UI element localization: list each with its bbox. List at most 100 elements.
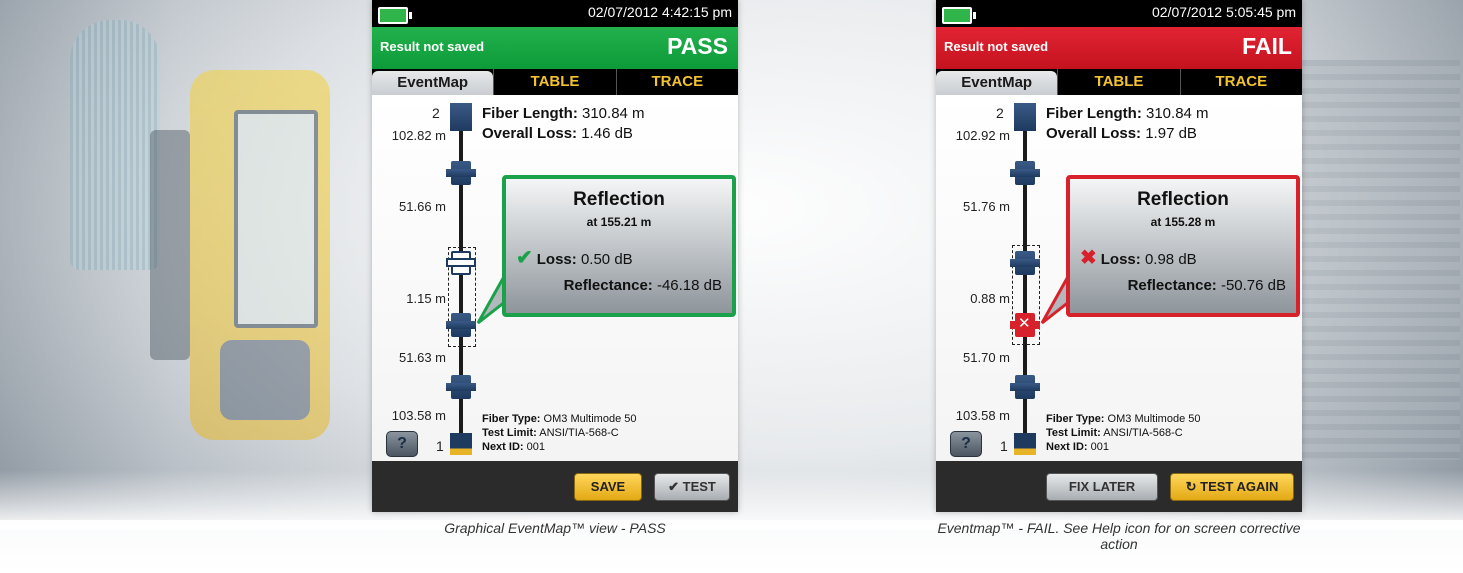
overall-loss-label: Overall Loss: xyxy=(482,125,578,142)
result-bar: Result not saved PASS xyxy=(372,27,738,69)
reflectance-label: Reflectance: xyxy=(563,277,653,294)
tab-bar: EventMap TABLE TRACE xyxy=(936,69,1302,95)
fiber-type: Fiber Type: OM3 Multimode 50 xyxy=(1046,413,1200,425)
help-button[interactable]: ? xyxy=(386,431,418,457)
action-bar: SAVE ✔ TEST xyxy=(372,461,738,512)
retry-icon: ↻ xyxy=(1185,479,1201,494)
next-id-value: 001 xyxy=(526,441,545,453)
tab-table[interactable]: TABLE xyxy=(493,69,615,95)
result-verdict: PASS xyxy=(667,33,728,59)
device-mount xyxy=(150,130,190,360)
test-again-button[interactable]: ↻ TEST AGAIN xyxy=(1170,473,1294,501)
result-note: Result not saved xyxy=(944,39,1049,54)
event-popup[interactable]: Reflection at 155.21 m ✔ Loss: 0.50 dB Re… xyxy=(502,175,736,317)
loss-label: Loss: xyxy=(1100,251,1141,268)
connector-event[interactable] xyxy=(446,375,476,399)
tab-bar: EventMap TABLE TRACE xyxy=(372,69,738,95)
event-loss: ✔ Loss: 0.50 dB xyxy=(516,245,633,270)
help-button[interactable]: ? xyxy=(950,431,982,457)
distance-label: 51.63 m xyxy=(399,350,446,365)
distance-label: 1.15 m xyxy=(406,291,446,306)
fiber-type-value: OM3 Multimode 50 xyxy=(543,413,637,425)
fiber-length: Fiber Length: 310.84 m xyxy=(482,105,645,122)
tab-table[interactable]: TABLE xyxy=(1057,69,1179,95)
battery-icon xyxy=(378,7,412,24)
tab-trace[interactable]: TRACE xyxy=(1179,69,1302,95)
connector-event-failed[interactable] xyxy=(1010,313,1040,337)
fiber-end-top[interactable] xyxy=(450,103,472,131)
connector-event[interactable] xyxy=(1010,161,1040,185)
overall-loss: Overall Loss: 1.46 dB xyxy=(482,125,633,142)
fiber-end-bottom[interactable] xyxy=(1014,433,1036,455)
connector-event-selected[interactable] xyxy=(446,313,476,337)
status-bar: 02/07/2012 5:05:45 pm xyxy=(936,0,1302,27)
tab-trace[interactable]: TRACE xyxy=(615,69,738,95)
tab-eventmap[interactable]: EventMap xyxy=(372,71,494,95)
fix-later-button[interactable]: FIX LATER xyxy=(1046,473,1158,501)
distance-label: 51.76 m xyxy=(963,199,1010,214)
test-limit-label: Test Limit: xyxy=(482,427,537,439)
battery-icon xyxy=(942,7,976,24)
overall-loss-value: 1.46 dB xyxy=(581,125,633,142)
test-limit: Test Limit: ANSI/TIA-568-C xyxy=(1046,427,1183,439)
node-number-bottom: 1 xyxy=(1000,438,1008,454)
distance-label: 0.88 m xyxy=(970,291,1010,306)
fiber-type-value: OM3 Multimode 50 xyxy=(1107,413,1201,425)
event-reflectance: Reflectance: -46.18 dB xyxy=(564,277,722,294)
connector-event-selected[interactable] xyxy=(446,251,476,275)
fiber-end-bottom[interactable] xyxy=(450,433,472,455)
next-id-label: Next ID: xyxy=(482,441,524,453)
event-position: at 155.21 m xyxy=(586,215,652,229)
status-bar: 02/07/2012 4:42:15 pm xyxy=(372,0,738,27)
background-rack xyxy=(1300,60,1460,460)
fiber-end-top[interactable] xyxy=(1014,103,1036,131)
tab-eventmap[interactable]: EventMap xyxy=(936,71,1058,95)
connector-event-selected[interactable] xyxy=(1010,251,1040,275)
test-limit: Test Limit: ANSI/TIA-568-C xyxy=(482,427,619,439)
tester-device-face xyxy=(220,340,310,420)
fiber-length-label: Fiber Length: xyxy=(482,105,578,122)
tester-device-screen xyxy=(234,110,318,328)
result-verdict: FAIL xyxy=(1242,33,1292,59)
connector-event[interactable] xyxy=(1010,375,1040,399)
node-number-top: 2 xyxy=(432,105,440,121)
loss-label: Loss: xyxy=(536,251,577,268)
next-id: Next ID: 001 xyxy=(1046,441,1109,453)
distance-label: 51.66 m xyxy=(399,199,446,214)
fiber-type: Fiber Type: OM3 Multimode 50 xyxy=(482,413,636,425)
overall-loss-value: 1.97 dB xyxy=(1145,125,1197,142)
overall-loss-label: Overall Loss: xyxy=(1046,125,1142,142)
fiber-type-label: Fiber Type: xyxy=(1046,413,1105,425)
distance-label: 102.82 m xyxy=(391,128,446,143)
eventmap-screen-fail: 02/07/2012 5:05:45 pm Result not saved F… xyxy=(936,0,1302,512)
distance-label: 103.58 m xyxy=(955,408,1010,423)
event-type: Reflection xyxy=(1137,189,1229,210)
distance-label: 51.70 m xyxy=(963,350,1010,365)
fiber-length-label: Fiber Length: xyxy=(1046,105,1142,122)
save-button[interactable]: SAVE xyxy=(574,473,642,501)
caption-pass: Graphical EventMap™ view - PASS xyxy=(444,520,666,536)
test-again-label: TEST AGAIN xyxy=(1200,479,1279,494)
distance-label: 103.58 m xyxy=(391,408,446,423)
event-popup[interactable]: Reflection at 155.28 m ✖ Loss: 0.98 dB Re… xyxy=(1066,175,1300,317)
test-button[interactable]: ✔ TEST xyxy=(654,473,730,501)
connector-event[interactable] xyxy=(446,161,476,185)
check-icon: ✔ xyxy=(516,247,533,269)
result-note: Result not saved xyxy=(380,39,485,54)
eventmap-content: 2 102.82 m 51.66 m 1.15 m 51.63 m 103.58… xyxy=(372,95,738,461)
eventmap-screen-pass: 02/07/2012 4:42:15 pm Result not saved P… xyxy=(372,0,738,512)
loss-value: 0.98 dB xyxy=(1144,251,1197,268)
next-id-label: Next ID: xyxy=(1046,441,1088,453)
reflectance-value: -46.18 dB xyxy=(656,277,722,294)
node-number-top: 2 xyxy=(996,105,1004,121)
distance-label: 102.92 m xyxy=(955,128,1010,143)
background-cables xyxy=(70,20,160,270)
test-limit-value: ANSI/TIA-568-C xyxy=(539,427,619,439)
datetime: 02/07/2012 4:42:15 pm xyxy=(587,4,732,20)
reflectance-value: -50.76 dB xyxy=(1220,277,1286,294)
reflectance-label: Reflectance: xyxy=(1127,277,1217,294)
check-icon: ✔ xyxy=(668,479,683,494)
node-number-bottom: 1 xyxy=(436,438,444,454)
test-limit-value: ANSI/TIA-568-C xyxy=(1103,427,1183,439)
result-bar: Result not saved FAIL xyxy=(936,27,1302,69)
